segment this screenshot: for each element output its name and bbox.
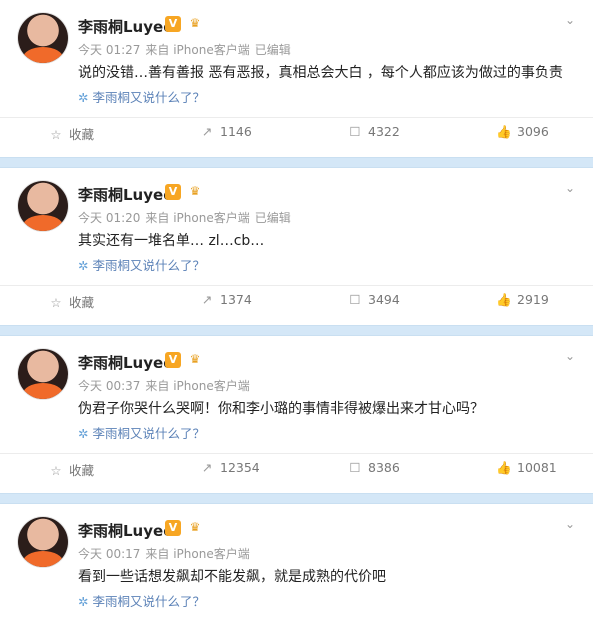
sparkle-icon: ✲ [78, 90, 89, 105]
repost-count: 1146 [220, 124, 252, 139]
post-text: 说的没错…善有善报 恶有恶报，真相总会大白 ，每个人都应该为做过的事负责 [78, 65, 563, 81]
post-source: 来自 iPhone客户端 [145, 379, 250, 393]
repost-icon: ↗ [201, 292, 213, 307]
post-separator [0, 493, 593, 504]
favorite-button[interactable]: ☆ 收藏 [48, 292, 94, 310]
post-card: 李雨桐Luyee V ♛ ⌄ 今天 00:37 来自 iPhone客户端 伪君子你… [0, 336, 593, 493]
thumb-up-icon: 👍 [496, 292, 512, 307]
post-meta: 今天 01:27 来自 iPhone客户端 已编辑 [78, 41, 296, 58]
view-link[interactable]: ✲ 李雨桐又说什么了？ [78, 423, 205, 442]
post-time: 今天 00:37 [78, 379, 141, 393]
like-button[interactable]: 👍 3096 [496, 124, 549, 142]
view-link-label: 李雨桐又说什么了？ [92, 90, 205, 105]
comment-icon: ☐ [349, 292, 361, 307]
username[interactable]: 李雨桐Luyee [78, 16, 173, 37]
repost-button[interactable]: ↗ 1146 [199, 124, 252, 142]
chevron-down-icon[interactable]: ⌄ [563, 517, 577, 531]
repost-count: 1374 [220, 292, 252, 307]
repost-count: 12354 [220, 460, 260, 475]
sparkle-icon: ✲ [78, 258, 89, 273]
comment-count: 4322 [368, 124, 400, 139]
view-link-label: 李雨桐又说什么了？ [92, 594, 205, 609]
comment-button[interactable]: ☐ 4322 [347, 124, 400, 142]
sparkle-icon: ✲ [78, 594, 89, 609]
edited-label: 已编辑 [254, 211, 291, 225]
thumb-up-icon: 👍 [496, 460, 512, 475]
comment-count: 8386 [368, 460, 400, 475]
post-text: 伪君子你哭什么哭啊！你和李小璐的事情非得被爆出来才甘心吗？ [78, 401, 484, 417]
comment-icon: ☐ [349, 460, 361, 475]
repost-icon: ↗ [201, 460, 213, 475]
post-meta: 今天 00:17 来自 iPhone客户端 [78, 545, 255, 562]
action-bar: ☆ 收藏 ↗ 12354 ☐ 8386 👍 10081 [0, 453, 593, 480]
star-icon: ☆ [50, 127, 62, 142]
action-bar: ☆ 收藏 ↗ 1146 ☐ 4322 👍 3096 [0, 117, 593, 144]
like-count: 3096 [517, 124, 549, 139]
v-badge-icon: V [165, 16, 181, 32]
comment-icon: ☐ [349, 124, 361, 139]
like-button[interactable]: 👍 2919 [496, 292, 549, 310]
username[interactable]: 李雨桐Luyee [78, 520, 173, 541]
post-source: 来自 iPhone客户端 [145, 547, 250, 561]
post-card: 李雨桐Luyee V ♛ ⌄ 今天 01:27 来自 iPhone客户端 已编辑 说… [0, 0, 593, 157]
post-card: 李雨桐Luyee V ♛ ⌄ 今天 01:20 来自 iPhone客户端 已编辑 其… [0, 168, 593, 325]
post-source: 来自 iPhone客户端 [145, 43, 250, 57]
avatar[interactable] [18, 181, 68, 231]
thumb-up-icon: 👍 [496, 124, 512, 139]
post-time: 今天 01:27 [78, 43, 141, 57]
v-badge-icon: V [165, 184, 181, 200]
like-count: 10081 [517, 460, 557, 475]
username[interactable]: 李雨桐Luyee [78, 184, 173, 205]
post-meta: 今天 01:20 来自 iPhone客户端 已编辑 [78, 209, 296, 226]
post-source: 来自 iPhone客户端 [145, 211, 250, 225]
comment-count: 3494 [368, 292, 400, 307]
view-link-label: 李雨桐又说什么了？ [92, 258, 205, 273]
chevron-down-icon[interactable]: ⌄ [563, 349, 577, 363]
crown-icon: ♛ [189, 520, 201, 534]
post-card: 李雨桐Luyee V ♛ ⌄ 今天 00:17 来自 iPhone客户端 看到一些… [0, 504, 593, 634]
edited-label: 已编辑 [254, 43, 291, 57]
view-link-label: 李雨桐又说什么了？ [92, 426, 205, 441]
crown-icon: ♛ [189, 184, 201, 198]
avatar[interactable] [18, 517, 68, 567]
comment-button[interactable]: ☐ 3494 [347, 292, 400, 310]
crown-icon: ♛ [189, 16, 201, 30]
favorite-button[interactable]: ☆ 收藏 [48, 460, 94, 478]
post-time: 今天 01:20 [78, 211, 141, 225]
like-count: 2919 [517, 292, 549, 307]
repost-icon: ↗ [201, 124, 213, 139]
username[interactable]: 李雨桐Luyee [78, 352, 173, 373]
star-icon: ☆ [50, 463, 62, 478]
star-icon: ☆ [50, 295, 62, 310]
post-separator [0, 157, 593, 168]
sparkle-icon: ✲ [78, 426, 89, 441]
v-badge-icon: V [165, 352, 181, 368]
favorite-label: 收藏 [69, 295, 95, 310]
view-link[interactable]: ✲ 李雨桐又说什么了？ [78, 591, 205, 610]
post-meta: 今天 00:37 来自 iPhone客户端 [78, 377, 255, 394]
chevron-down-icon[interactable]: ⌄ [563, 181, 577, 195]
view-link[interactable]: ✲ 李雨桐又说什么了？ [78, 87, 205, 106]
avatar[interactable] [18, 349, 68, 399]
favorite-label: 收藏 [69, 463, 95, 478]
crown-icon: ♛ [189, 352, 201, 366]
post-time: 今天 00:17 [78, 547, 141, 561]
favorite-label: 收藏 [69, 127, 95, 142]
comment-button[interactable]: ☐ 8386 [347, 460, 400, 478]
repost-button[interactable]: ↗ 1374 [199, 292, 252, 310]
weibo-feed: 李雨桐Luyee V ♛ ⌄ 今天 01:27 来自 iPhone客户端 已编辑 说… [0, 0, 593, 634]
view-link[interactable]: ✲ 李雨桐又说什么了？ [78, 255, 205, 274]
favorite-button[interactable]: ☆ 收藏 [48, 124, 94, 142]
v-badge-icon: V [165, 520, 181, 536]
action-bar: ☆ 收藏 ↗ 1374 ☐ 3494 👍 2919 [0, 285, 593, 312]
post-text: 看到一些话想发飙却不能发飙，就是成熟的代价吧 [78, 569, 386, 585]
repost-button[interactable]: ↗ 12354 [199, 460, 260, 478]
chevron-down-icon[interactable]: ⌄ [563, 13, 577, 27]
post-text: 其实还有一堆名单… zl…cb… [78, 233, 265, 249]
like-button[interactable]: 👍 10081 [496, 460, 557, 478]
avatar[interactable] [18, 13, 68, 63]
post-separator [0, 325, 593, 336]
